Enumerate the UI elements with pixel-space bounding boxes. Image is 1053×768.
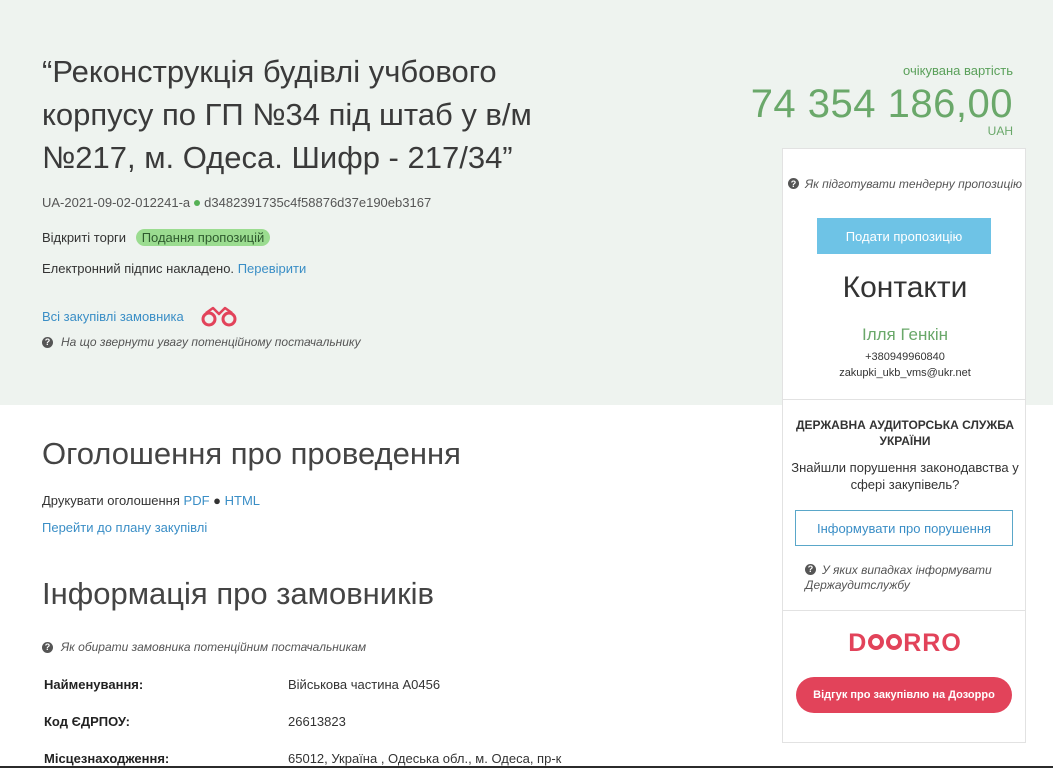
question-icon: ? [787, 178, 799, 190]
buyers-section-title: Інформація про замовників [42, 576, 435, 611]
buyer-info-label: Найменування: [44, 677, 144, 692]
tender-sidebar: ? Як підготувати тендерну пропозицію Пода… [782, 148, 1026, 743]
question-icon: ? [42, 641, 53, 653]
signature-text: Електронний підпис накладено. [42, 261, 235, 276]
report-violation-button[interactable]: Інформувати про порушення [795, 510, 1013, 546]
buyer-choice-hint-text: Як обирати замовника потенційним постача… [61, 640, 367, 654]
question-icon: ? [805, 564, 816, 576]
tender-hash: d3482391735c4f58876d37e190eb3167 [204, 195, 432, 210]
dozorro-ring-icon [868, 634, 885, 651]
expected-value-amount: 74 354 186,00 [750, 82, 1013, 126]
dozorro-logo-suffix: RRO [903, 629, 962, 657]
dozorro-review-button[interactable]: Відгук про закупівлю на Дозорро [796, 677, 1012, 713]
signature-line: Електронний підпис накладено. Перевірити [42, 261, 306, 276]
all-buyer-purchases-link[interactable]: Всі закупівлі замовника [42, 309, 184, 324]
procedure-status-line: Відкриті торги Подання пропозицій [42, 229, 271, 246]
contact-phone: +380949960840 [865, 351, 945, 363]
supplier-hint-text: На що звернути увагу потенційному постач… [61, 335, 361, 349]
procedure-type: Відкриті торги [42, 230, 127, 245]
sidebar-divider [783, 610, 1025, 611]
expected-value-currency: UAH [987, 124, 1013, 138]
notice-section-title: Оголошення про проведення [42, 436, 461, 471]
contact-email: zakupki_ukb_vms@ukr.net [839, 367, 971, 379]
dozorro-logo-prefix: D [848, 629, 868, 657]
tender-title: “Реконструкція будівлі учбового корпусу … [42, 54, 532, 175]
buyer-info-label: Місцезнаходження: [44, 751, 170, 766]
dozorro-logo[interactable]: D RRO [783, 629, 1027, 658]
dasu-hint-text: У яких випадках інформувати Держаудитслу… [805, 563, 992, 592]
print-notice-line: Друкувати оголошення PDF ● HTML [42, 493, 260, 508]
contacts-title: Контакти [842, 271, 968, 304]
dozorro-ring-icon [886, 634, 903, 651]
buyer-info-value: Військова частина А0456 [288, 677, 441, 692]
tender-proposal-hint-text: Як підготувати тендерну пропозицію [804, 177, 1023, 191]
separator-dot-icon [194, 200, 201, 207]
tender-id: UA-2021-09-02-012241-a [42, 195, 191, 210]
submit-proposal-button[interactable]: Подати пропозицію [817, 218, 991, 254]
tender-id-line: UA-2021-09-02-012241-a d3482391735c4f5887… [42, 195, 431, 210]
expected-value-label: очікувана вартість [903, 63, 1013, 78]
procurement-plan-link[interactable]: Перейти до плану закупівлі [42, 520, 207, 535]
status-badge: Подання пропозицій [135, 229, 271, 246]
buyer-info-value: 65012, Україна , Одеська обл., м. Одеса,… [288, 751, 562, 766]
buyer-choice-hint[interactable]: ? Як обирати замовника потенційним поста… [42, 640, 366, 654]
separator-dot-icon: ● [213, 493, 222, 508]
print-pdf-link[interactable]: PDF [184, 493, 210, 508]
print-html-link[interactable]: HTML [225, 493, 260, 508]
print-notice-label: Друкувати оголошення [42, 493, 180, 508]
buyer-info-value: 26613823 [288, 714, 346, 729]
all-buyer-purchases: Всі закупівлі замовника [42, 305, 238, 327]
supplier-hint[interactable]: ? На що звернути увагу потенційному пост… [42, 335, 361, 349]
contact-name: Ілля Генкін [861, 325, 948, 344]
buyer-info-label: Код ЄДРПОУ: [44, 714, 130, 729]
tender-proposal-hint[interactable]: ? Як підготувати тендерну пропозицію [783, 175, 1027, 193]
dasu-question: Знайшли порушення законодавства у сфері … [791, 460, 1019, 492]
dasu-hint[interactable]: ? У яких випадках інформувати Держаудитсл… [805, 563, 1015, 593]
sidebar-divider [783, 399, 1025, 400]
verify-signature-link[interactable]: Перевірити [238, 261, 307, 276]
question-icon: ? [42, 336, 53, 348]
dasu-title: ДЕРЖАВНА АУДИТОРСЬКА СЛУЖБА УКРАЇНИ [795, 418, 1015, 448]
binoculars-icon[interactable] [200, 305, 238, 327]
